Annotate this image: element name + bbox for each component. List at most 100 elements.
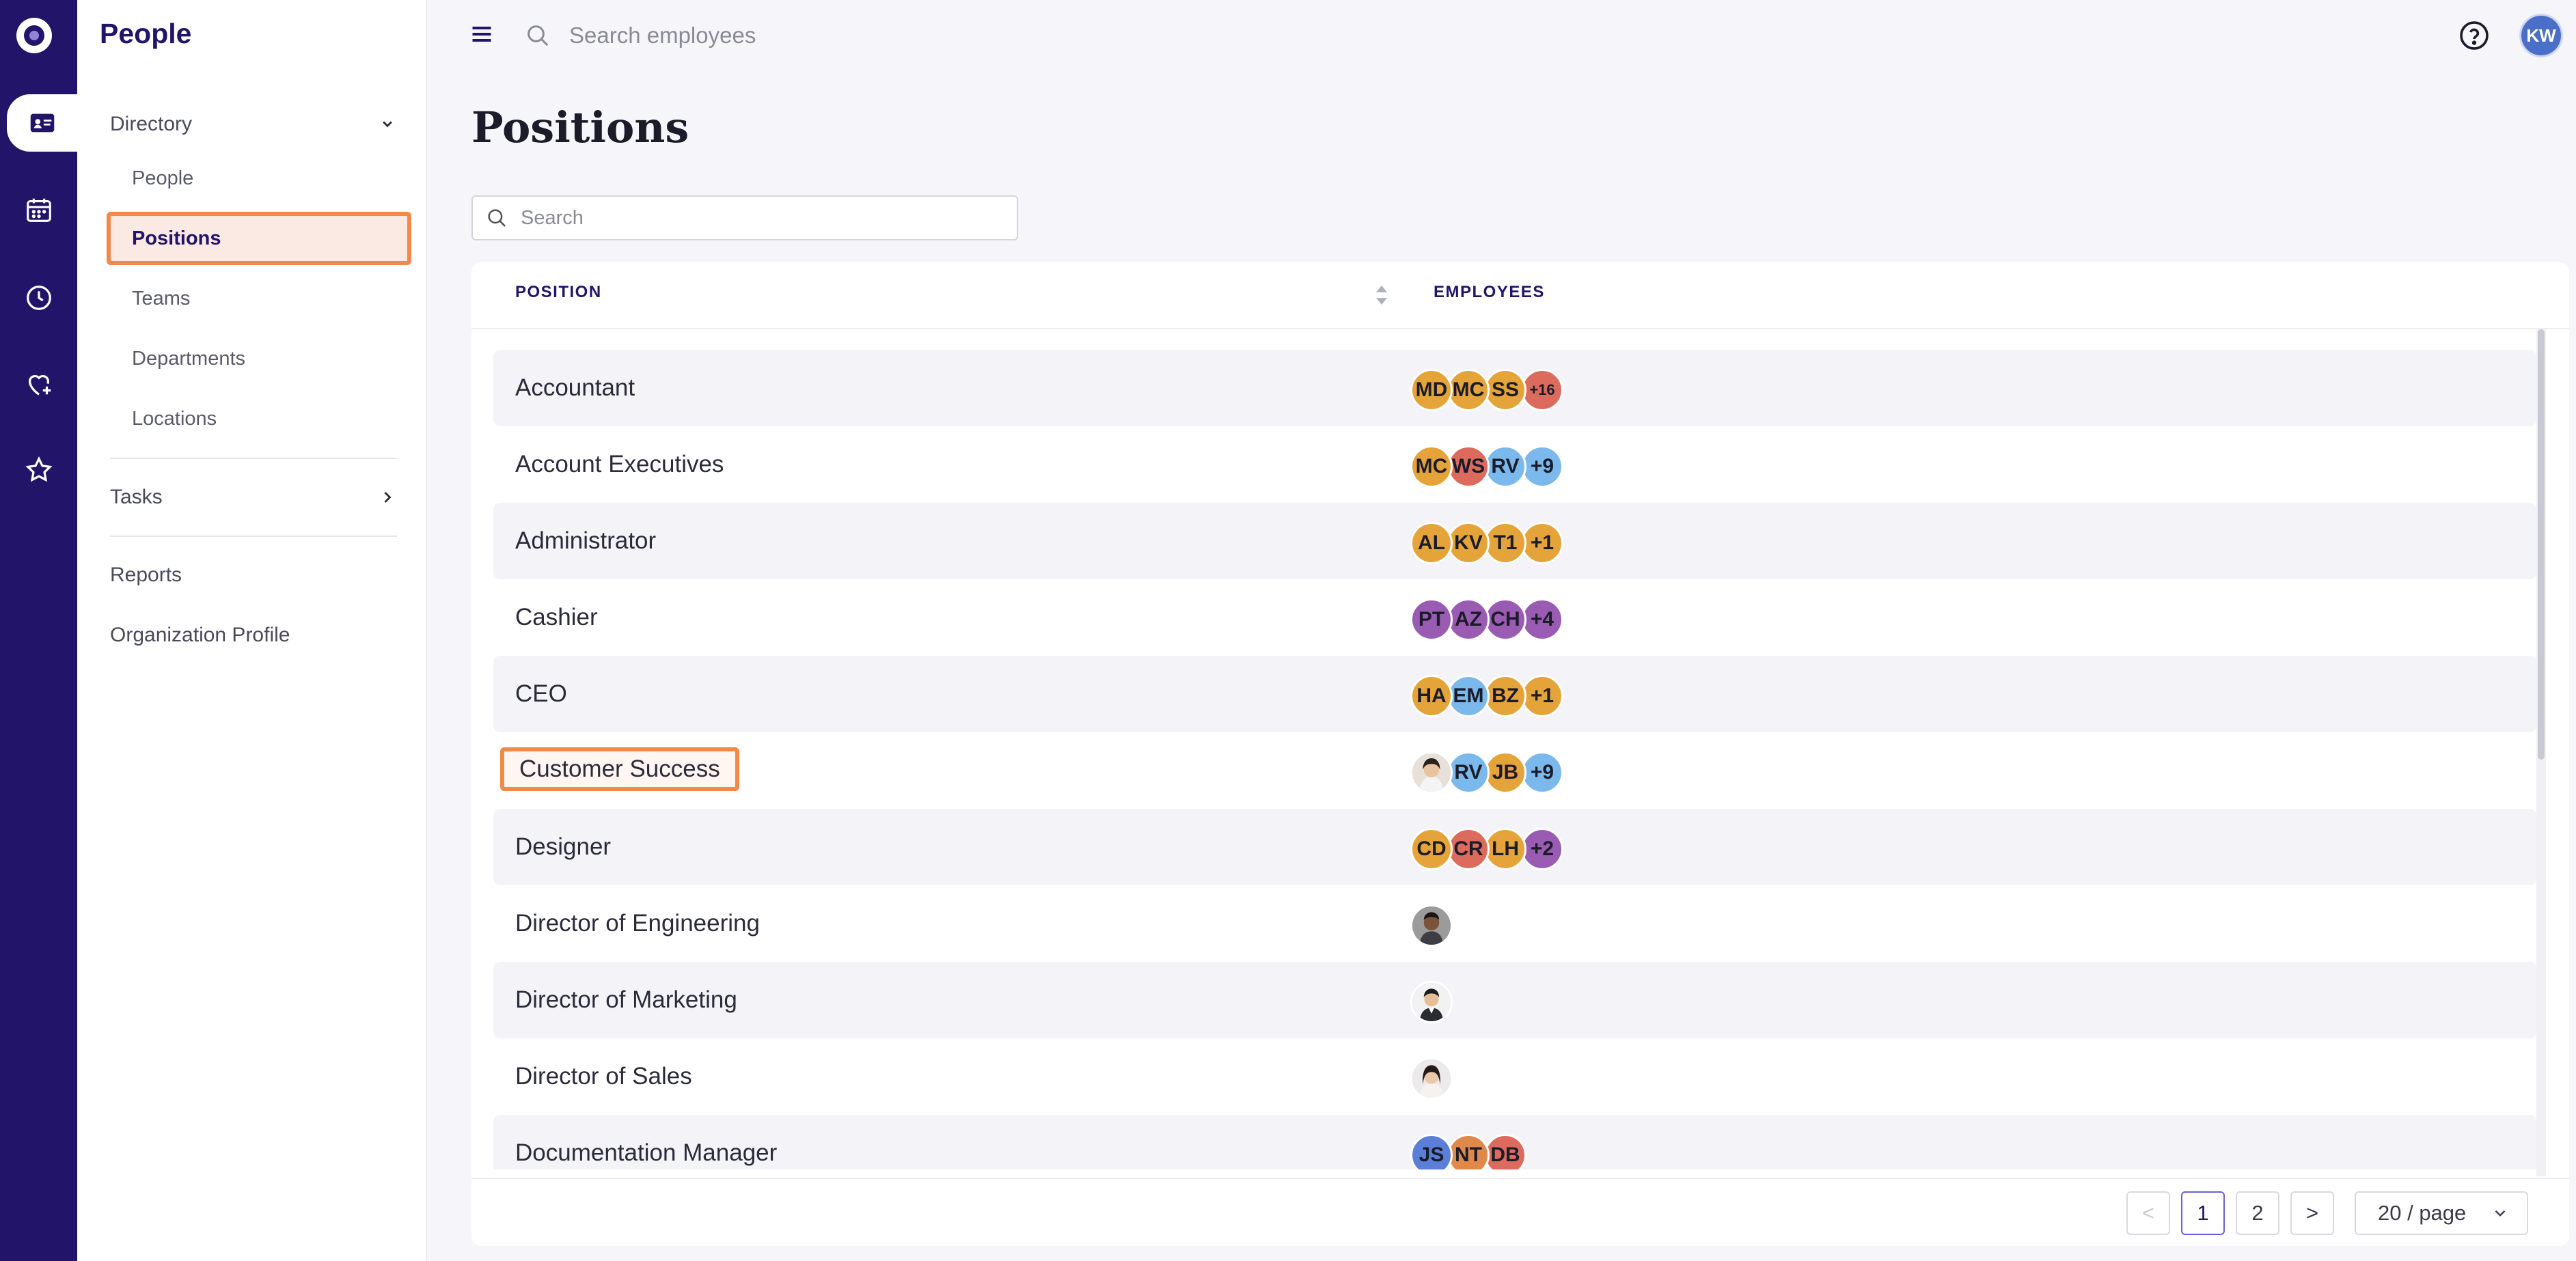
table-row[interactable]: Customer Success RV JB +9: [493, 732, 2536, 809]
table-row[interactable]: Cashier PT AZ CH +4: [493, 579, 2536, 656]
position-name[interactable]: Director of Engineering: [515, 910, 760, 937]
employee-avatar-group[interactable]: HA EM BZ +1: [1410, 675, 1563, 717]
position-name[interactable]: Director of Marketing: [515, 986, 737, 1014]
more-employees-count[interactable]: +16: [1521, 369, 1563, 411]
employee-avatar[interactable]: BZ: [1484, 675, 1526, 717]
search-icon: [488, 209, 506, 227]
pagination-prev-button[interactable]: <: [2126, 1191, 2170, 1235]
employee-avatar[interactable]: RV: [1484, 445, 1526, 488]
employee-avatar[interactable]: MC: [1410, 445, 1453, 488]
employee-avatar-group[interactable]: [1410, 981, 1453, 1023]
employee-avatar[interactable]: MD: [1410, 369, 1453, 411]
sidebar-item-teams[interactable]: Teams: [107, 272, 411, 325]
pagination-page-1[interactable]: 1: [2181, 1191, 2225, 1235]
employee-avatar[interactable]: WS: [1447, 445, 1490, 488]
employee-avatar-group[interactable]: [1410, 904, 1453, 947]
sidebar-section-tasks[interactable]: Tasks: [110, 473, 397, 522]
employee-avatar[interactable]: MC: [1447, 369, 1490, 411]
more-employees-count[interactable]: +1: [1521, 675, 1563, 717]
employee-avatar-group[interactable]: MC WS RV +9: [1410, 445, 1563, 488]
employee-avatar[interactable]: AZ: [1447, 598, 1490, 641]
sidebar-item-organization-profile[interactable]: Organization Profile: [110, 615, 290, 656]
more-employees-count[interactable]: +9: [1521, 445, 1563, 488]
sidebar-item-people[interactable]: People: [107, 152, 411, 205]
position-name[interactable]: Director of Sales: [515, 1063, 692, 1090]
position-name[interactable]: Customer Success: [500, 747, 739, 791]
more-employees-count[interactable]: +1: [1521, 522, 1563, 564]
sidebar-item-locations[interactable]: Locations: [107, 392, 411, 445]
position-name[interactable]: Designer: [515, 833, 611, 861]
employee-avatar[interactable]: T1: [1484, 522, 1526, 564]
rail-people-button[interactable]: [7, 94, 77, 152]
employee-avatar[interactable]: AL: [1410, 522, 1453, 564]
table-row[interactable]: Designer CD CR LH +2: [493, 809, 2536, 885]
employee-photo-avatar[interactable]: [1410, 904, 1453, 947]
more-employees-count[interactable]: +4: [1521, 598, 1563, 641]
page-size-select[interactable]: 20 / page: [2355, 1191, 2528, 1235]
more-employees-count[interactable]: +9: [1521, 751, 1563, 794]
employee-avatar[interactable]: LH: [1484, 828, 1526, 870]
more-employees-count[interactable]: +2: [1521, 828, 1563, 870]
employee-photo-avatar[interactable]: [1410, 751, 1453, 794]
employee-photo-avatar[interactable]: [1410, 981, 1453, 1023]
rail-recognition-button[interactable]: [0, 441, 77, 499]
position-name[interactable]: CEO: [515, 680, 567, 708]
rail-wellbeing-button[interactable]: [0, 355, 77, 413]
position-name[interactable]: Cashier: [515, 604, 598, 631]
pagination-next-button[interactable]: >: [2290, 1191, 2334, 1235]
table-row[interactable]: Director of Engineering: [493, 885, 2536, 962]
sidebar-section-directory[interactable]: Directory: [110, 100, 397, 149]
position-name[interactable]: Documentation Manager: [515, 1139, 777, 1167]
employee-avatar[interactable]: CH: [1484, 598, 1526, 641]
position-name[interactable]: Administrator: [515, 527, 656, 555]
employee-avatar-group[interactable]: JS NT DB: [1410, 1134, 1526, 1169]
employee-avatar[interactable]: EM: [1447, 675, 1490, 717]
employee-avatar[interactable]: CD: [1410, 828, 1453, 870]
employee-avatar-group[interactable]: CD CR LH +2: [1410, 828, 1563, 870]
employee-photo-avatar[interactable]: [1410, 1057, 1453, 1100]
employee-avatar[interactable]: HA: [1410, 675, 1453, 717]
employee-avatar[interactable]: PT: [1410, 598, 1453, 641]
user-avatar[interactable]: KW: [2519, 14, 2563, 57]
employee-avatar[interactable]: DB: [1484, 1134, 1526, 1169]
table-row[interactable]: Director of Marketing: [493, 962, 2536, 1038]
employee-avatar[interactable]: NT: [1447, 1134, 1490, 1169]
employee-avatar-group[interactable]: PT AZ CH +4: [1410, 598, 1563, 641]
table-scrollbar[interactable]: [2536, 329, 2546, 1176]
rail-calendar-button[interactable]: [0, 182, 77, 239]
sidebar-item-reports[interactable]: Reports: [110, 555, 182, 596]
table-row[interactable]: Accountant MD MC SS +16: [493, 350, 2536, 426]
table-row[interactable]: Documentation Manager JS NT DB: [493, 1115, 2536, 1169]
rail-time-button[interactable]: [0, 269, 77, 327]
positions-search: [471, 195, 1018, 240]
help-icon[interactable]: [2458, 19, 2491, 52]
employee-avatar-group[interactable]: [1410, 1057, 1453, 1100]
employee-avatar[interactable]: JB: [1484, 751, 1526, 794]
table-row[interactable]: CEO HA EM BZ +1: [493, 656, 2536, 732]
table-header: POSITION EMPLOYEES: [471, 262, 2569, 329]
employee-avatar-group[interactable]: RV JB +9: [1410, 751, 1563, 794]
sidebar-item-departments[interactable]: Departments: [107, 332, 411, 385]
employee-avatar[interactable]: RV: [1447, 751, 1490, 794]
employee-avatar[interactable]: KV: [1447, 522, 1490, 564]
employee-avatar[interactable]: JS: [1410, 1134, 1453, 1169]
employee-avatar[interactable]: SS: [1484, 369, 1526, 411]
employee-search-input[interactable]: [569, 18, 1116, 53]
position-name[interactable]: Accountant: [515, 374, 635, 402]
table-row[interactable]: Account Executives MC WS RV +9: [493, 426, 2536, 503]
sidebar-item-positions[interactable]: Positions: [107, 212, 411, 265]
table-row[interactable]: Director of Sales: [493, 1038, 2536, 1115]
scrollbar-thumb[interactable]: [2538, 329, 2545, 760]
menu-icon[interactable]: [469, 22, 494, 46]
table-row[interactable]: Administrator AL KV T1 +1: [493, 503, 2536, 579]
employee-avatar[interactable]: CR: [1447, 828, 1490, 870]
positions-table: POSITION EMPLOYEES Accountant MD MC SS +16 Ac…: [471, 262, 2569, 1246]
employee-avatar-group[interactable]: AL KV T1 +1: [1410, 522, 1563, 564]
employee-avatar-group[interactable]: MD MC SS +16: [1410, 369, 1563, 411]
positions-search-input[interactable]: [521, 206, 985, 230]
position-name[interactable]: Account Executives: [515, 451, 724, 478]
sort-icon[interactable]: [1373, 283, 1390, 307]
column-header-position[interactable]: POSITION: [515, 283, 602, 302]
app-logo-icon[interactable]: [16, 18, 52, 53]
pagination-page-2[interactable]: 2: [2236, 1191, 2279, 1235]
